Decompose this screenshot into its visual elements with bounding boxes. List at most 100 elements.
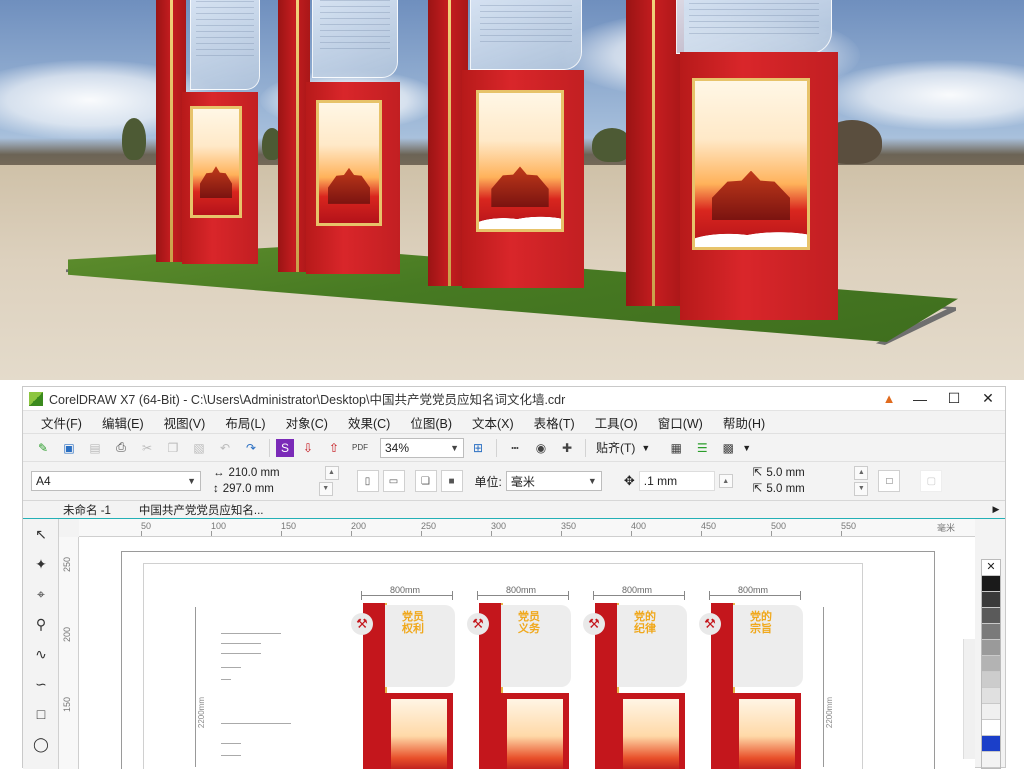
design-board-duties[interactable]: ⚒ 党员 义务	[467, 603, 573, 769]
tab-current-document[interactable]: 中国共产党党员应知名...	[139, 502, 276, 518]
menu-table[interactable]: 表格(T)	[524, 413, 585, 432]
spinner-icon[interactable]: ▼	[318, 482, 333, 496]
chevron-down-icon[interactable]: ▼	[641, 443, 650, 453]
chevron-down-icon: ▼	[187, 476, 196, 486]
units-value: 毫米	[510, 474, 535, 489]
menu-text[interactable]: 文本(X)	[462, 413, 524, 432]
ruler-tick: 250	[421, 521, 437, 531]
all-pages-button[interactable]: ❏	[414, 470, 437, 492]
zoom-level-select[interactable]: 34% ▼	[380, 437, 464, 458]
menu-help[interactable]: 帮助(H)	[713, 413, 775, 432]
menu-view[interactable]: 视图(V)	[154, 413, 216, 432]
crop-tool-icon[interactable]: ⌖	[23, 579, 59, 609]
show-guidelines-icon[interactable]: ✚	[555, 437, 579, 459]
pick-tool-icon[interactable]: ↖	[23, 519, 59, 549]
chevron-down-icon: ▼	[450, 442, 459, 453]
color-swatch[interactable]	[982, 688, 1000, 704]
color-swatch[interactable]	[982, 720, 1000, 736]
page-height-field[interactable]: 297.0 mm	[223, 481, 315, 497]
show-rulers-icon[interactable]: ┅	[503, 437, 527, 459]
board-heading: 党的 宗旨	[750, 611, 772, 635]
spinner-icon[interactable]: ▲	[718, 474, 733, 488]
application-launcher-icon[interactable]: ▩	[716, 437, 740, 459]
tab-untitled[interactable]: 未命名 -1	[63, 502, 123, 518]
corel-connect-icon[interactable]: S	[276, 438, 294, 457]
paste-icon[interactable]: ▧	[187, 437, 211, 459]
artistic-media-icon[interactable]: ∽	[23, 669, 59, 699]
color-swatch[interactable]	[982, 624, 1000, 640]
spinner-icon[interactable]: ▼	[854, 482, 869, 496]
user-account-icon[interactable]: ▲	[875, 388, 903, 410]
minimize-button[interactable]: —	[903, 388, 937, 410]
drawing-workspace: ↖ ✦ ⌖ ⚲ ∿ ∽ □ ◯ 50 100 150 200 250 300 350 400 4…	[23, 519, 1005, 769]
horizontal-ruler[interactable]: 50 100 150 200 250 300 350 400 450 500 550 毫米	[79, 519, 975, 537]
new-document-icon[interactable]: ✎	[31, 437, 55, 459]
copy-icon[interactable]: ❐	[161, 437, 185, 459]
menu-edit[interactable]: 编辑(E)	[92, 413, 154, 432]
maximize-button[interactable]: ☐	[937, 388, 971, 410]
spinner-icon[interactable]: ▲	[854, 466, 869, 480]
menu-file[interactable]: 文件(F)	[31, 413, 92, 432]
duplicate-y-icon: ⇱	[752, 483, 763, 495]
ruler-tick: 50	[141, 521, 152, 531]
vertical-scrollbar[interactable]	[963, 639, 975, 759]
redo-icon[interactable]: ↷	[239, 437, 263, 459]
color-swatch[interactable]	[982, 608, 1000, 624]
design-board-purpose[interactable]: ⚒ 党的 宗旨	[699, 603, 805, 769]
units-select[interactable]: 毫米 ▼	[505, 471, 602, 491]
export-icon[interactable]: ⇧	[322, 437, 346, 459]
print-icon[interactable]: ⎙	[109, 437, 133, 459]
color-swatch[interactable]	[982, 656, 1000, 672]
tab-scroll-right-icon[interactable]: ▶	[987, 504, 1005, 515]
color-swatch[interactable]	[982, 592, 1000, 608]
duplicate-x-field[interactable]: 5.0 mm	[766, 465, 850, 481]
duplicate-y-field[interactable]: 5.0 mm	[766, 481, 850, 497]
current-page-button[interactable]: ■	[440, 470, 463, 492]
color-swatch[interactable]	[982, 640, 1000, 656]
freehand-tool-icon[interactable]: ∿	[23, 639, 59, 669]
spinner-icon[interactable]: ▲	[324, 466, 339, 480]
menu-tools[interactable]: 工具(O)	[585, 413, 648, 432]
page-width-field[interactable]: 210.0 mm	[229, 465, 321, 481]
cut-icon[interactable]: ✂	[135, 437, 159, 459]
vertical-ruler[interactable]: 250 200 150	[59, 537, 79, 769]
portrait-button[interactable]: ▯	[356, 470, 379, 492]
page-width-icon: ↔	[213, 467, 225, 479]
bleed-button[interactable]: ▢	[920, 470, 943, 492]
treat-as-filled-button[interactable]: □	[878, 470, 901, 492]
menu-bitmaps[interactable]: 位图(B)	[400, 413, 462, 432]
chevron-down-icon[interactable]: ▼	[742, 443, 751, 453]
import-icon[interactable]: ⇩	[296, 437, 320, 459]
drawing-canvas[interactable]: 2200mm 2200mm 800mm ⚒ 党员 权利 800mm ⚒ 党员 义务	[79, 537, 975, 769]
rectangle-tool-icon[interactable]: □	[23, 699, 59, 729]
menu-effects[interactable]: 效果(C)	[338, 413, 400, 432]
design-board-rights[interactable]: ⚒ 党员 权利	[351, 603, 457, 769]
menu-layout[interactable]: 布局(L)	[215, 413, 275, 432]
color-swatch[interactable]	[982, 576, 1000, 592]
undo-icon[interactable]: ↶	[213, 437, 237, 459]
snap-to-button[interactable]: 贴齐(T)	[592, 439, 639, 456]
design-board-discipline[interactable]: ⚒ 党的 纪律	[583, 603, 689, 769]
shape-tool-icon[interactable]: ✦	[23, 549, 59, 579]
no-color-swatch[interactable]: ✕	[982, 560, 1000, 576]
nudge-distance-field[interactable]: .1 mm	[638, 471, 715, 491]
board-width-label: 800mm	[737, 585, 768, 595]
landscape-button[interactable]: ▭	[382, 470, 405, 492]
publish-pdf-icon[interactable]: PDF	[348, 437, 372, 459]
menu-object[interactable]: 对象(C)	[276, 413, 338, 432]
color-swatch[interactable]	[982, 672, 1000, 688]
zoom-tool-icon[interactable]: ⚲	[23, 609, 59, 639]
show-grid-icon[interactable]: ◉	[529, 437, 553, 459]
board-width-label: 800mm	[389, 585, 420, 595]
align-guides-icon[interactable]: ☰	[690, 437, 714, 459]
full-screen-icon[interactable]: ⊞	[466, 437, 490, 459]
page-size-select[interactable]: A4 ▼	[31, 471, 201, 491]
open-folder-icon[interactable]: ▣	[57, 437, 81, 459]
color-swatch[interactable]	[982, 736, 1000, 752]
menu-window[interactable]: 窗口(W)	[648, 413, 713, 432]
save-icon[interactable]: ▤	[83, 437, 107, 459]
ellipse-tool-icon[interactable]: ◯	[23, 729, 59, 759]
options-icon[interactable]: ▦	[664, 437, 688, 459]
close-button[interactable]: ✕	[971, 388, 1005, 410]
color-swatch[interactable]	[982, 704, 1000, 720]
